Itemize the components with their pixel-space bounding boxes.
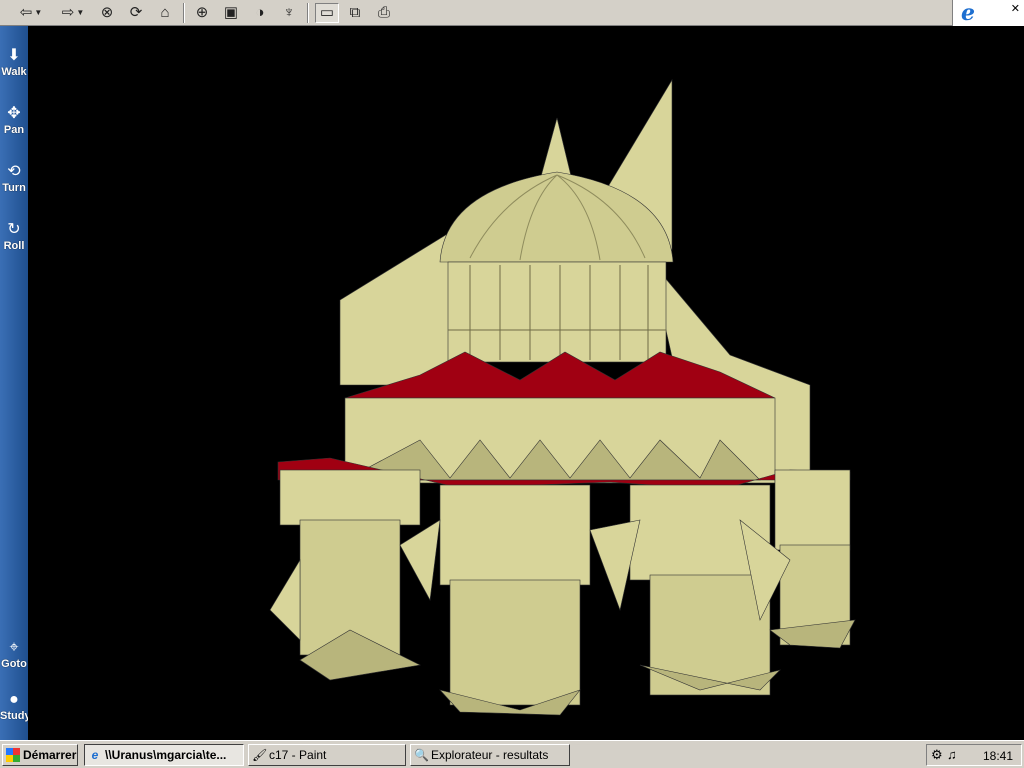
chevron-down-icon: ▼ bbox=[34, 8, 43, 17]
zoom-icon: ⊕ bbox=[195, 4, 209, 21]
walk-icon: ⬇ bbox=[7, 47, 21, 64]
antenna-button[interactable]: ♆ bbox=[278, 3, 300, 23]
system-tray: ⚙ ♫ 18:41 bbox=[926, 744, 1022, 766]
copy-window-icon: ⧉ bbox=[349, 4, 361, 21]
pan-icon: ✥ bbox=[7, 105, 21, 122]
stop-button[interactable]: ⊗ bbox=[96, 3, 118, 23]
taskbar-item-explorer[interactable]: 🔍 Explorateur - resultats bbox=[410, 744, 570, 766]
turn-icon: ⟲ bbox=[7, 163, 21, 180]
study-button[interactable]: ● Study bbox=[0, 690, 31, 722]
home-icon: ⌂ bbox=[160, 4, 170, 21]
print-icon: ⎙ bbox=[377, 4, 390, 21]
ie-logo-icon: e bbox=[961, 0, 975, 26]
goto-label: Goto bbox=[1, 658, 27, 670]
viewpoint-icon: ▣ bbox=[223, 4, 239, 21]
goto-icon: ⌖ bbox=[9, 639, 19, 656]
print-button[interactable]: ⎙ bbox=[373, 3, 395, 23]
task-label: c17 - Paint bbox=[269, 748, 327, 762]
clock: 18:41 bbox=[982, 749, 1013, 763]
toolbar-divider bbox=[307, 3, 309, 23]
refresh-button[interactable]: ⟳ bbox=[125, 3, 147, 23]
taskbar-item-paint[interactable]: 🖌 c17 - Paint bbox=[248, 744, 406, 766]
walk-button[interactable]: ⬇ Walk bbox=[0, 46, 28, 78]
study-icon: ● bbox=[9, 691, 19, 708]
chevron-down-icon: ▼ bbox=[76, 8, 85, 17]
turn-button[interactable]: ⟲ Turn bbox=[0, 162, 28, 194]
taskbar: Démarrer e \\Uranus\mgarcia\te... 🖌 c17 … bbox=[0, 740, 1024, 768]
roll-label: Roll bbox=[3, 240, 25, 252]
rotunda-model bbox=[269, 78, 856, 716]
antenna-icon: ♆ bbox=[283, 4, 295, 21]
explorer-icon: 🔍 bbox=[414, 748, 429, 762]
start-label: Démarrer bbox=[23, 748, 77, 762]
window-button[interactable]: ▭ bbox=[315, 3, 339, 23]
task-label: Explorateur - resultats bbox=[431, 748, 549, 762]
pan-button[interactable]: ✥ Pan bbox=[0, 104, 28, 136]
back-button[interactable]: ⇦ ▼ bbox=[14, 3, 48, 23]
3d-viewport[interactable] bbox=[28, 26, 1024, 740]
roll-icon: ↻ bbox=[7, 221, 21, 238]
copy-window-button[interactable]: ⧉ bbox=[344, 3, 366, 23]
taskbar-item-browser[interactable]: e \\Uranus\mgarcia\te... bbox=[84, 744, 244, 766]
stop-icon: ⊗ bbox=[100, 4, 114, 21]
refresh-icon: ⟳ bbox=[129, 4, 143, 21]
goto-button[interactable]: ⌖ Goto bbox=[0, 638, 28, 670]
walk-label: Walk bbox=[1, 66, 27, 78]
task-label: \\Uranus\mgarcia\te... bbox=[105, 748, 227, 762]
roll-button[interactable]: ↻ Roll bbox=[0, 220, 28, 252]
forward-icon: ⇨ bbox=[61, 4, 75, 21]
ie-icon: e bbox=[91, 748, 99, 762]
compass-icon: ◑ bbox=[255, 4, 265, 21]
windows-flag-icon bbox=[6, 748, 20, 762]
toolbar-divider bbox=[183, 3, 185, 23]
paint-icon: 🖌 bbox=[252, 748, 268, 762]
window-icon: ▭ bbox=[319, 4, 335, 21]
volume-icon[interactable]: ♫ bbox=[947, 747, 957, 763]
start-button[interactable]: Démarrer bbox=[2, 744, 78, 766]
turn-label: Turn bbox=[2, 182, 26, 194]
network-icon[interactable]: ⚙ bbox=[931, 747, 943, 763]
compass-button[interactable]: ◑ bbox=[249, 3, 271, 23]
close-icon[interactable]: ✕ bbox=[1011, 2, 1020, 15]
home-button[interactable]: ⌂ bbox=[154, 3, 176, 23]
study-label: Study bbox=[0, 710, 31, 722]
forward-button[interactable]: ⇨ ▼ bbox=[56, 3, 90, 23]
model-chapel bbox=[279, 469, 421, 526]
browser-toolbar: ⇦ ▼ ⇨ ▼ ⊗ ⟳ ⌂ ⊕ ▣ ◑ ♆ ▭ ⧉ ⎙ e ✕ bbox=[0, 0, 1024, 26]
viewpoint-button[interactable]: ▣ bbox=[220, 3, 242, 23]
pan-label: Pan bbox=[3, 124, 25, 136]
model-chapel-column bbox=[449, 579, 581, 706]
model-spire bbox=[539, 117, 573, 181]
back-icon: ⇦ bbox=[19, 4, 33, 21]
navigation-panel: ⬇ Walk ✥ Pan ⟲ Turn ↻ Roll ⌖ Goto ● Stud… bbox=[0, 26, 31, 740]
model-chapel bbox=[774, 469, 851, 551]
browser-brand-area: e ✕ bbox=[952, 0, 1024, 26]
model-drum bbox=[447, 261, 667, 363]
zoom-button[interactable]: ⊕ bbox=[191, 3, 213, 23]
model-chapel bbox=[439, 484, 591, 586]
